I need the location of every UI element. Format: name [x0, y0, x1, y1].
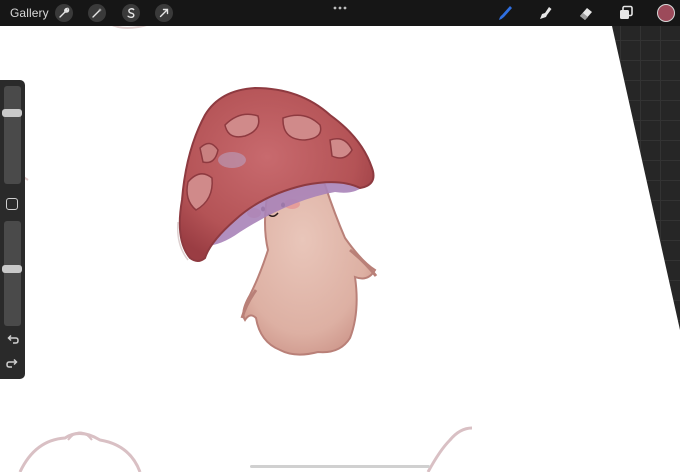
transform-arrow-icon[interactable]: [155, 4, 173, 22]
redo-icon[interactable]: [5, 356, 20, 371]
wrench-icon[interactable]: [55, 4, 73, 22]
layers-icon[interactable]: [616, 3, 636, 23]
sketch-bottom-left: [18, 432, 142, 472]
color-picker-button[interactable]: [657, 4, 675, 22]
undo-icon[interactable]: [5, 332, 20, 347]
home-indicator: [250, 465, 430, 468]
more-options-icon[interactable]: [331, 4, 349, 12]
eraser-icon[interactable]: [576, 3, 596, 23]
left-sidebar: [0, 80, 25, 379]
brush-icon[interactable]: [495, 3, 515, 23]
sketch-bottom-right: [426, 426, 473, 472]
modify-button[interactable]: [6, 198, 18, 210]
cap-highlight: [218, 152, 246, 168]
top-toolbar: Gallery: [0, 0, 680, 26]
selection-s-icon[interactable]: [122, 4, 140, 22]
smudge-icon[interactable]: [535, 3, 555, 23]
magic-wand-icon[interactable]: [88, 4, 106, 22]
brush-size-slider[interactable]: [2, 86, 22, 184]
opacity-slider-thumb[interactable]: [2, 265, 22, 273]
gallery-button[interactable]: Gallery: [10, 6, 49, 20]
mushroom-artwork: [18, 23, 473, 472]
brush-size-slider-thumb[interactable]: [2, 109, 22, 117]
opacity-slider[interactable]: [2, 221, 22, 326]
